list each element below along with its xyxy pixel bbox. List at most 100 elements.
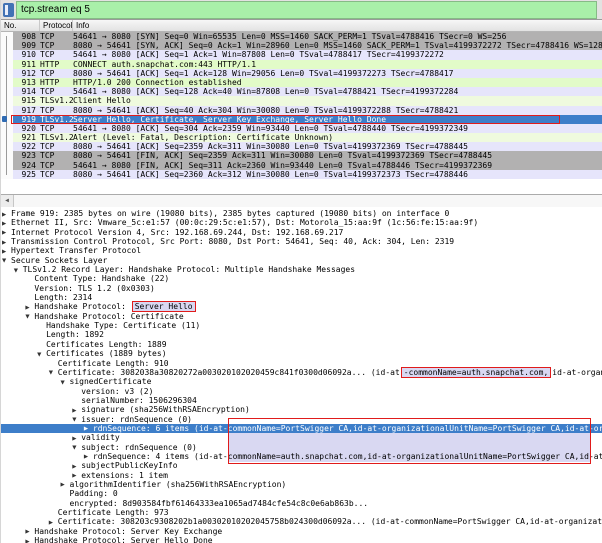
detail-row[interactable]: ▶algorithmIdentifier (sha256WithRSAEncry… (1, 480, 602, 489)
packet-row[interactable]: 911HTTPCONNECT auth.snapchat.com:443 HTT… (1, 60, 602, 69)
detail-row[interactable]: ▼Handshake Protocol: Certificate (1, 312, 602, 321)
packet-protocol: TCP (40, 32, 73, 41)
detail-row[interactable]: ▶Ethernet II, Src: Vmware_5c:e1:57 (00:0… (1, 218, 602, 227)
detail-row[interactable]: ▶Transmission Control Protocol, Src Port… (1, 237, 602, 246)
detail-row[interactable]: Handshake Type: Certificate (11) (1, 321, 602, 330)
packet-info: 8080 → 54641 [ACK] Seq=2360 Ack=312 Win=… (73, 170, 602, 179)
packet-row[interactable]: 924TCP54641 → 8080 [FIN, ACK] Seq=311 Ac… (1, 161, 602, 170)
detail-row[interactable]: ▼Certificates (1889 bytes) (1, 349, 602, 358)
packet-number: 923 (13, 151, 40, 160)
packet-number: 924 (13, 161, 40, 170)
display-filter-input[interactable] (16, 1, 597, 19)
detail-row[interactable]: Padding: 0 (1, 489, 602, 498)
packet-row[interactable]: 914TCP54641 → 8080 [ACK] Seq=128 Ack=40 … (1, 87, 602, 96)
packet-row[interactable]: 922TCP8080 → 54641 [ACK] Seq=2359 Ack=31… (1, 142, 602, 151)
detail-row[interactable]: ▶Hypertext Transfer Protocol (1, 246, 602, 255)
related-packet-gutter (1, 142, 13, 151)
detail-row[interactable]: ▶Internet Protocol Version 4, Src: 192.1… (1, 228, 602, 237)
packet-info: CONNECT auth.snapchat.com:443 HTTP/1.1 (73, 60, 602, 69)
related-packet-gutter (1, 133, 13, 142)
packet-info: 54641 → 8080 [ACK] Seq=1 Ack=1 Win=87808… (73, 50, 602, 59)
related-packet-gutter (1, 96, 13, 105)
detail-row[interactable]: version: v3 (2) (1, 387, 602, 396)
packet-number: 921 (13, 133, 40, 142)
detail-row[interactable]: ▶Handshake Protocol: Server Key Exchange (1, 527, 602, 536)
detail-row[interactable]: ▶Handshake Protocol: Server Hello (1, 302, 602, 311)
detail-row[interactable]: ▼Certificate: 3082038a30820272a003020102… (1, 368, 602, 377)
packet-number: 917 (13, 106, 40, 115)
detail-row[interactable]: ▶Frame 919: 2385 bytes on wire (19080 bi… (1, 209, 602, 218)
packet-info: 8080 → 54641 [ACK] Seq=2359 Ack=311 Win=… (73, 142, 602, 151)
packet-row[interactable]: 923TCP8080 → 54641 [FIN, ACK] Seq=2359 A… (1, 151, 602, 160)
packet-row[interactable]: 920TCP54641 → 8080 [ACK] Seq=304 Ack=235… (1, 124, 602, 133)
packet-row[interactable]: 908TCP54641 → 8080 [SYN] Seq=0 Win=65535… (1, 32, 602, 41)
column-divider[interactable] (72, 20, 73, 31)
packet-row[interactable]: 910TCP54641 → 8080 [ACK] Seq=1 Ack=1 Win… (1, 50, 602, 59)
detail-row[interactable]: ▶validity (1, 433, 602, 442)
detail-row[interactable]: Length: 1892 (1, 330, 602, 339)
detail-row[interactable]: Version: TLS 1.2 (0x0303) (1, 284, 602, 293)
detail-row[interactable]: ▶subjectPublicKeyInfo (1, 461, 602, 470)
related-packet-gutter (1, 115, 13, 124)
packet-protocol: HTTP (40, 60, 73, 69)
column-divider[interactable] (39, 20, 40, 31)
packet-row[interactable]: 909TCP8080 → 54641 [SYN, ACK] Seq=0 Ack=… (1, 41, 602, 50)
detail-row[interactable]: ▶rdnSequence: 4 items (id-at-commonName=… (1, 452, 602, 461)
detail-row[interactable]: ▶Certificate: 308203c9308202b1a003020102… (1, 517, 602, 526)
detail-row[interactable]: ▶extensions: 1 item (1, 471, 602, 480)
packet-number: 920 (13, 124, 40, 133)
column-header-no[interactable]: No. (4, 21, 16, 30)
packet-number: 913 (13, 78, 40, 87)
detail-row[interactable]: ▼TLSv1.2 Record Layer: Handshake Protoco… (1, 265, 602, 274)
detail-row[interactable]: serialNumber: 1506296304 (1, 396, 602, 405)
packet-info: 54641 → 8080 [ACK] Seq=128 Ack=40 Win=87… (73, 87, 602, 96)
detail-rows-container: ▶Frame 919: 2385 bytes on wire (19080 bi… (1, 209, 602, 543)
annotation-highlight: Server Hello (132, 301, 196, 312)
packet-row[interactable]: 917TCP8080 → 54641 [ACK] Seq=40 Ack=304 … (1, 106, 602, 115)
detail-row[interactable]: ▼subject: rdnSequence (0) (1, 443, 602, 452)
related-packet-gutter (1, 106, 13, 115)
detail-row[interactable]: ▼signedCertificate (1, 377, 602, 386)
packet-row[interactable]: 925TCP8080 → 54641 [ACK] Seq=2360 Ack=31… (1, 170, 602, 179)
packet-row[interactable]: 913HTTPHTTP/1.0 200 Connection establish… (1, 78, 602, 87)
detail-row[interactable]: ▼Secure Sockets Layer (1, 256, 602, 265)
detail-row[interactable]: Content Type: Handshake (22) (1, 274, 602, 283)
detail-row[interactable]: ▶rdnSequence: 6 items (id-at-commonName=… (1, 424, 602, 433)
column-header-protocol[interactable]: Protocol (43, 21, 72, 30)
horizontal-scrollbar[interactable]: ◀ (1, 194, 602, 207)
scroll-left-button[interactable]: ◀ (1, 195, 14, 207)
packet-details-pane: ▶Frame 919: 2385 bytes on wire (19080 bi… (1, 207, 602, 543)
packet-info: 8080 → 54641 [ACK] Seq=1 Ack=128 Win=290… (73, 69, 602, 78)
packet-row[interactable]: 919TLSv1.2Server Hello, Certificate, Ser… (1, 115, 602, 124)
related-packet-gutter (1, 170, 13, 179)
packet-number: 908 (13, 32, 40, 41)
packet-row[interactable]: 921TLSv1.2Alert (Level: Fatal, Descripti… (1, 133, 602, 142)
packet-number: 912 (13, 69, 40, 78)
packet-list-header: No. Protocol Info (1, 20, 602, 32)
packet-row[interactable]: 915TLSv1.2Client Hello (1, 96, 602, 105)
column-header-info[interactable]: Info (76, 21, 89, 30)
packet-protocol: TLSv1.2 (40, 133, 73, 142)
packet-protocol: TCP (40, 50, 73, 59)
packet-info: 54641 → 8080 [FIN, ACK] Seq=311 Ack=2360… (73, 161, 602, 170)
detail-row[interactable]: ▶signature (sha256WithRSAEncryption) (1, 405, 602, 414)
detail-row[interactable]: ▼issuer: rdnSequence (0) (1, 415, 602, 424)
packet-info: 8080 → 54641 [SYN, ACK] Seq=0 Ack=1 Win=… (73, 41, 602, 50)
related-packet-gutter (1, 69, 13, 78)
related-packet-gutter (1, 161, 13, 170)
packet-number: 922 (13, 142, 40, 151)
packet-row[interactable]: 912TCP8080 → 54641 [ACK] Seq=1 Ack=128 W… (1, 69, 602, 78)
filter-bookmark-icon[interactable] (3, 3, 14, 17)
detail-row[interactable]: encrypted: 8d903584fbf61464333ea1065ad74… (1, 499, 602, 508)
packet-info: HTTP/1.0 200 Connection established (73, 78, 602, 87)
related-packet-gutter (1, 78, 13, 87)
related-packet-gutter (1, 60, 13, 69)
packet-info: 54641 → 8080 [ACK] Seq=304 Ack=2359 Win=… (73, 124, 602, 133)
detail-row[interactable]: ▶Handshake Protocol: Server Hello Done (1, 536, 602, 543)
expand-arrow-icon[interactable]: ▶ (25, 538, 34, 543)
detail-row[interactable]: Certificate Length: 973 (1, 508, 602, 517)
packet-info: 8080 → 54641 [FIN, ACK] Seq=2359 Ack=311… (73, 151, 602, 160)
packet-info: Server Hello, Certificate, Server Key Ex… (73, 115, 602, 124)
wireshark-window: No. Protocol Info 908TCP54641 → 8080 [SY… (0, 0, 602, 543)
detail-row[interactable]: Certificates Length: 1889 (1, 340, 602, 349)
